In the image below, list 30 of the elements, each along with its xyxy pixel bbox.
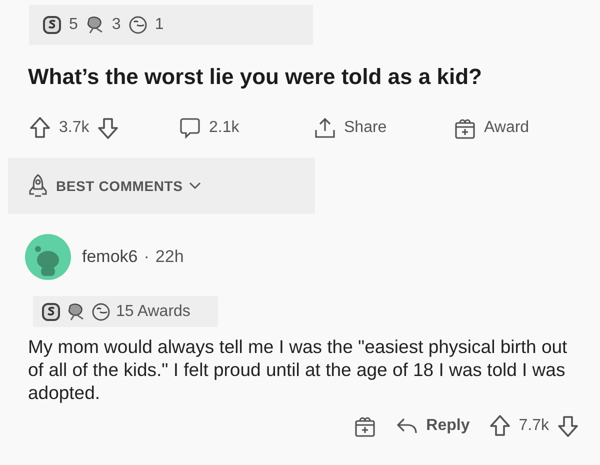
reply-button[interactable]: Reply <box>395 414 470 438</box>
post-title: What’s the worst lie you were told as a kid? <box>28 64 483 90</box>
smiling-face-award-icon <box>128 15 148 35</box>
award-count: 3 <box>112 16 121 34</box>
separator-dot: · <box>144 247 150 267</box>
award-button[interactable]: Award <box>453 116 530 140</box>
coin-award-icon <box>41 302 61 322</box>
chevron-down-icon <box>188 182 201 190</box>
comment-text: My mom would always tell me I was the "easiest physical birth out of all of the kids." I felt proud until at the age of 18 I was told I was adopted. <box>28 335 568 404</box>
comment-icon <box>178 116 202 140</box>
share-button[interactable]: Share <box>313 116 453 140</box>
smiling-face-award-icon <box>91 302 111 322</box>
coin-award-icon <box>42 15 62 35</box>
username[interactable]: femok6 <box>82 247 138 267</box>
award-count: 1 <box>154 16 164 34</box>
share-icon <box>313 116 337 140</box>
vote-count: 7.7k <box>518 417 549 435</box>
upvote-icon[interactable] <box>28 116 52 140</box>
sort-dropdown[interactable]: BEST COMMENTS <box>8 158 315 214</box>
comments-button[interactable]: 2.1k <box>178 116 313 140</box>
awards-count: 15 Awards <box>116 302 190 320</box>
award-count: 5 <box>69 16 78 34</box>
comment-time: 22h <box>155 247 184 267</box>
vote-count: 3.7k <box>59 119 90 137</box>
downvote-icon[interactable] <box>96 116 120 140</box>
avatar <box>25 234 71 280</box>
gift-icon <box>453 116 477 140</box>
upvote-icon[interactable] <box>488 414 512 438</box>
downvote-icon[interactable] <box>556 414 580 438</box>
gift-icon[interactable] <box>353 414 378 438</box>
